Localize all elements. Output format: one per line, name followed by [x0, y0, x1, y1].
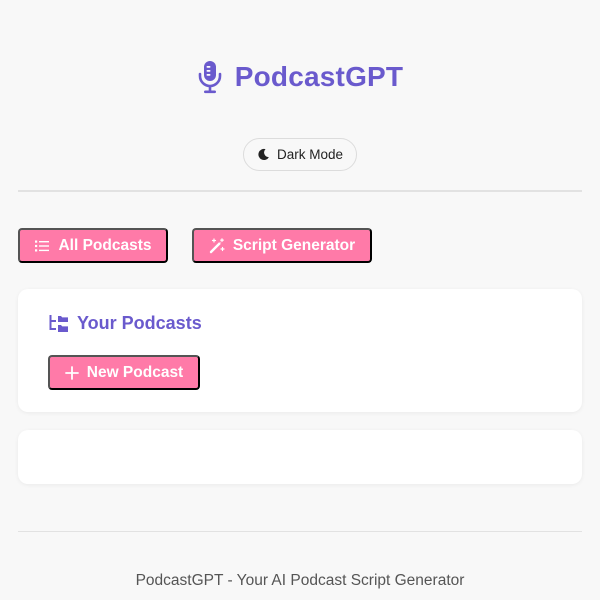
- podcast-list-card: [18, 430, 582, 484]
- new-podcast-label: New Podcast: [86, 363, 184, 381]
- footer-text: PodcastGPT - Your AI Podcast Script Gene…: [135, 572, 465, 589]
- app-header: PodcastGPT: [0, 60, 600, 94]
- folder-tree-icon: [48, 314, 70, 334]
- script-generator-button[interactable]: Script Generator: [192, 228, 372, 263]
- app-title: PodcastGPT: [234, 61, 404, 92]
- microphone-icon: [197, 60, 223, 94]
- moon-icon: [257, 148, 270, 161]
- your-podcasts-heading: Your Podcasts: [48, 313, 202, 334]
- app-page: PodcastGPT Dark Mode All Podcasts Script…: [0, 0, 600, 600]
- dark-mode-toggle[interactable]: Dark Mode: [243, 138, 357, 171]
- script-generator-label: Script Generator: [232, 236, 356, 254]
- your-podcasts-title: Your Podcasts: [77, 313, 202, 333]
- plus-icon: [64, 365, 79, 380]
- magic-wand-icon: [209, 237, 225, 254]
- your-podcasts-card: Your Podcasts New Podcast: [18, 289, 582, 412]
- list-icon: [34, 238, 50, 254]
- all-podcasts-button[interactable]: All Podcasts: [18, 228, 168, 263]
- footer-divider: [18, 531, 582, 532]
- all-podcasts-label: All Podcasts: [58, 236, 152, 254]
- dark-mode-label: Dark Mode: [276, 147, 344, 162]
- new-podcast-button[interactable]: New Podcast: [48, 355, 200, 390]
- header-divider: [18, 190, 582, 192]
